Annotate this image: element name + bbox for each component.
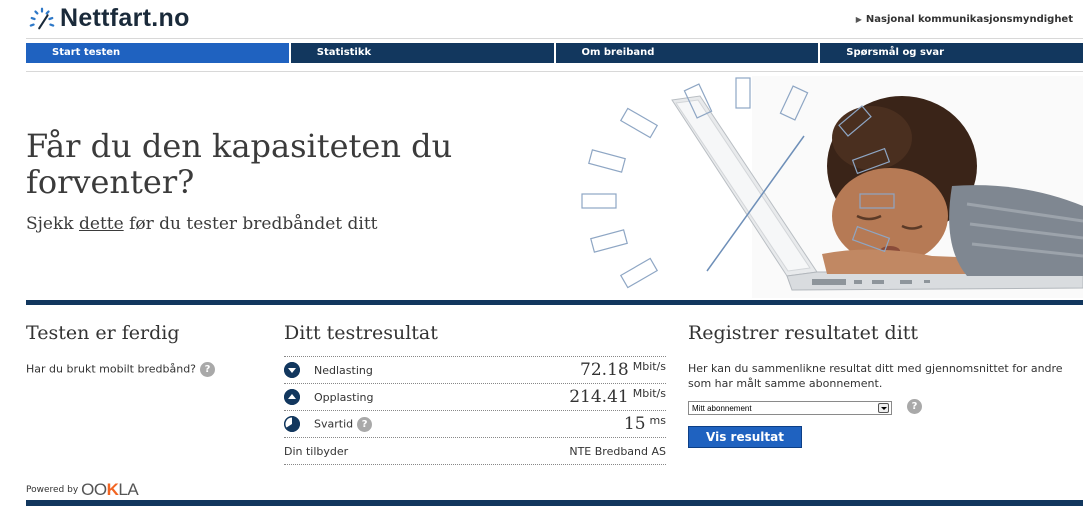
mobile-question-text: Har du brukt mobilt bredbånd?	[26, 362, 197, 376]
nav-about-broadband[interactable]: Om breiband	[556, 43, 821, 63]
register-description: Her kan du sammenlikne resultat ditt med…	[688, 362, 1063, 390]
result-value: 15	[623, 414, 646, 434]
result-value: 214.41	[569, 387, 629, 407]
ookla-logo[interactable]: OOKLA	[81, 480, 139, 500]
clock-icon	[284, 416, 300, 432]
result-label: Nedlasting	[314, 363, 373, 377]
hero-subtitle-link[interactable]: dette	[79, 214, 124, 234]
subscription-select[interactable]: Mitt abonnement	[688, 401, 892, 415]
chevron-down-icon	[878, 403, 889, 413]
footer-divider	[26, 500, 1083, 506]
authority-link[interactable]: ▶ Nasjonal kommunikasjonsmyndighet	[856, 14, 1073, 25]
register-title: Registrer resultatet ditt	[688, 322, 919, 344]
upload-icon	[284, 389, 300, 405]
header-divider	[26, 38, 1083, 39]
powered-by: Powered by OOKLA	[26, 480, 139, 500]
authority-link-label: Nasjonal kommunikasjonsmyndighet	[865, 14, 1073, 25]
result-unit: Mbit/s	[632, 386, 666, 400]
help-icon[interactable]: ?	[357, 416, 373, 432]
nav-divider	[26, 71, 1083, 72]
hero-illustration	[581, 76, 1083, 298]
download-icon	[284, 362, 300, 378]
help-icon[interactable]: ?	[907, 399, 922, 414]
result-row-upload: Opplasting 214.41 Mbit/s	[284, 383, 666, 410]
show-result-button[interactable]: Vis resultat	[688, 426, 802, 448]
provider-label: Din tilbyder	[284, 444, 349, 458]
provider-value: NTE Bredband AS	[569, 444, 666, 458]
result-row-download: Nedlasting 72.18 Mbit/s	[284, 356, 666, 383]
mobile-broadband-question: Har du brukt mobilt bredbånd??	[26, 362, 216, 377]
site-logo-text[interactable]: Nettfart.no	[60, 4, 190, 33]
hero-title: Får du den kapasiteten du forventer?	[26, 127, 453, 201]
result-row-provider: Din tilbyder NTE Bredband AS	[284, 437, 666, 465]
hero-bottom-divider	[26, 300, 1083, 305]
result-unit: ms	[649, 413, 666, 427]
test-done-title: Testen er ferdig	[26, 322, 180, 344]
hero-subtitle: Sjekk dette før du tester bredbåndet dit…	[26, 214, 378, 234]
results-title: Ditt testresultat	[284, 322, 438, 344]
results-table: Nedlasting 72.18 Mbit/s Opplasting 214.41…	[284, 356, 666, 465]
nav-statistics[interactable]: Statistikk	[291, 43, 556, 63]
result-unit: Mbit/s	[632, 359, 666, 373]
result-label-with-help: Svartid?	[314, 416, 624, 432]
nav-faq[interactable]: Spørsmål og svar	[820, 43, 1083, 63]
nav-start-test[interactable]: Start testen	[26, 43, 291, 63]
main-nav: Start testen Statistikk Om breiband Spør…	[26, 43, 1083, 63]
triangle-right-icon: ▶	[855, 15, 862, 24]
result-label: Opplasting	[314, 390, 374, 404]
help-icon[interactable]: ?	[200, 362, 216, 377]
result-value: 72.18	[580, 360, 629, 380]
result-row-latency: Svartid? 15 ms	[284, 410, 666, 437]
speedometer-logo-icon	[29, 7, 55, 30]
